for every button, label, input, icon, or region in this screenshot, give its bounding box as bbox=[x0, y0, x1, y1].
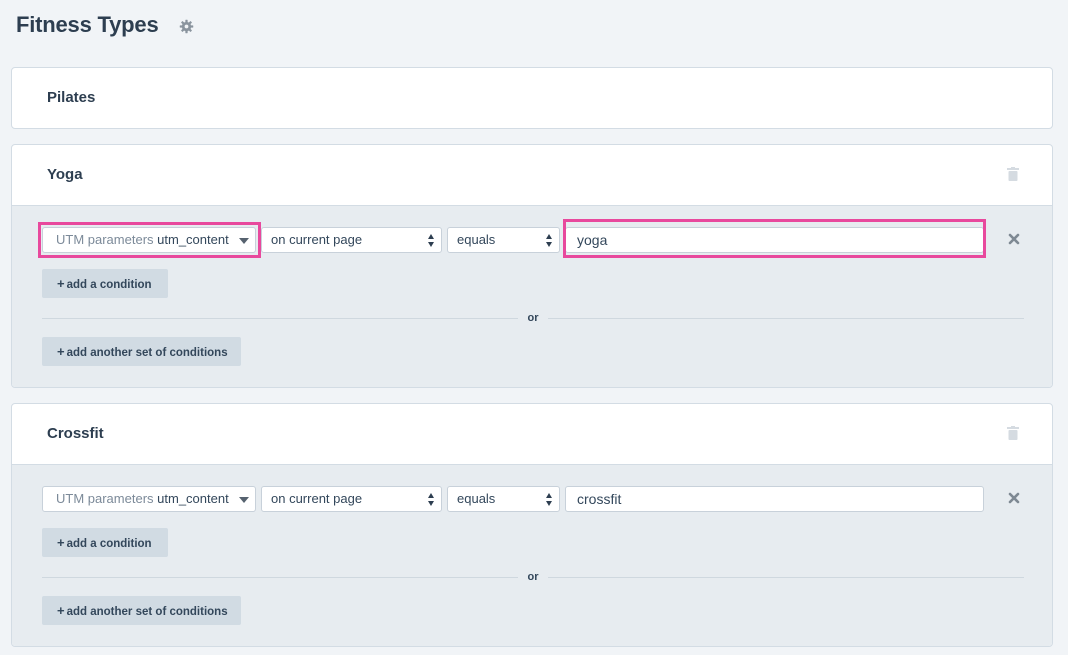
value-input[interactable]: crossfit bbox=[565, 486, 984, 512]
add-condition-label: add a condition bbox=[66, 279, 152, 291]
or-separator: or bbox=[518, 569, 548, 585]
plus-icon: + bbox=[57, 276, 65, 291]
or-separator: or bbox=[518, 310, 548, 326]
condition-group: UTM parameters utm_content on current pa… bbox=[12, 205, 1052, 387]
param-prefix: UTM parameters bbox=[56, 232, 154, 247]
select-arrows-icon bbox=[428, 493, 435, 506]
add-condition-set-button[interactable]: + add another set of conditions bbox=[42, 337, 241, 366]
operator-value: equals bbox=[457, 491, 496, 506]
chevron-down-icon bbox=[239, 238, 249, 244]
card-crossfit: Crossfit UTM parameters utm_content on c… bbox=[11, 403, 1053, 647]
select-arrows-icon bbox=[428, 234, 435, 247]
add-condition-set-label: add another set of conditions bbox=[66, 347, 228, 359]
card-title: Yoga bbox=[47, 166, 83, 183]
utm-parameter-select[interactable]: UTM parameters utm_content bbox=[42, 227, 256, 253]
value-input[interactable]: yoga bbox=[565, 227, 984, 253]
param-prefix: UTM parameters bbox=[56, 491, 154, 506]
scope-value: on current page bbox=[271, 491, 363, 506]
add-condition-set-label: add another set of conditions bbox=[66, 606, 228, 618]
scope-select[interactable]: on current page bbox=[261, 227, 442, 253]
plus-icon: + bbox=[57, 535, 65, 550]
plus-icon: + bbox=[57, 344, 65, 359]
operator-value: equals bbox=[457, 232, 496, 247]
scope-select[interactable]: on current page bbox=[261, 486, 442, 512]
card-title: Crossfit bbox=[47, 425, 104, 442]
operator-select[interactable]: equals bbox=[447, 486, 560, 512]
chevron-down-icon bbox=[239, 497, 249, 503]
trash-icon[interactable] bbox=[1007, 426, 1019, 440]
select-arrows-icon bbox=[546, 493, 553, 506]
close-icon[interactable] bbox=[1008, 492, 1020, 504]
operator-select[interactable]: equals bbox=[447, 227, 560, 253]
add-condition-button[interactable]: + add a condition bbox=[42, 269, 168, 298]
card-title: Pilates bbox=[47, 89, 96, 106]
page-title: Fitness Types bbox=[16, 12, 159, 37]
add-condition-set-button[interactable]: + add another set of conditions bbox=[42, 596, 241, 625]
plus-icon: + bbox=[57, 603, 65, 618]
condition-group: UTM parameters utm_content on current pa… bbox=[12, 464, 1052, 646]
param-value: utm_content bbox=[157, 232, 229, 247]
trash-icon[interactable] bbox=[1007, 167, 1019, 181]
add-condition-label: add a condition bbox=[66, 538, 152, 550]
close-icon[interactable] bbox=[1008, 233, 1020, 245]
gear-icon[interactable] bbox=[179, 19, 194, 34]
param-value: utm_content bbox=[157, 491, 229, 506]
card-yoga: Yoga UTM parameters utm_content on curre… bbox=[11, 144, 1053, 388]
utm-parameter-select[interactable]: UTM parameters utm_content bbox=[42, 486, 256, 512]
scope-value: on current page bbox=[271, 232, 363, 247]
select-arrows-icon bbox=[546, 234, 553, 247]
card-pilates[interactable]: Pilates bbox=[11, 67, 1053, 129]
add-condition-button[interactable]: + add a condition bbox=[42, 528, 168, 557]
